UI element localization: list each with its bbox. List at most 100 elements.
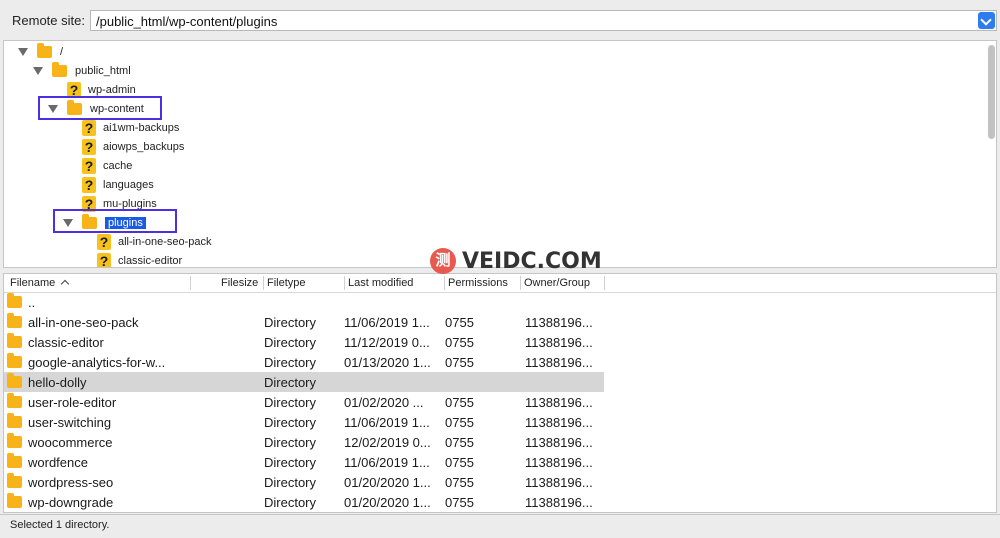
file-cell-modified: 11/06/2019 1... [344,315,430,330]
file-cell-name: classic-editor [28,335,104,350]
tree-item-label: all-in-one-seo-pack [118,235,212,248]
tree-item-label: / [60,45,64,58]
file-cell-name: wp-downgrade [28,495,114,510]
path-dropdown-button[interactable] [978,12,995,29]
file-cell-name: .. [28,295,36,310]
column-divider[interactable] [190,276,191,290]
file-cell-perm: 0755 [445,435,474,450]
folder-icon [7,433,22,448]
file-cell-name: wordpress-seo [28,475,114,490]
file-cell-modified: 12/02/2019 0... [344,435,431,450]
file-cell-modified: 01/20/2020 1... [344,495,431,510]
file-row[interactable]: woocommerce Directory 12/02/2019 0... 0755 1… [4,432,604,452]
unknown-folder-icon: ? [97,233,111,250]
file-cell-perm: 0755 [445,335,474,350]
file-cell-type: Directory [264,455,317,470]
tree-item[interactable]: ? aiowps_backups [82,137,184,156]
file-cell-perm: 0755 [445,395,474,410]
file-cell-name: user-role-editor [28,395,117,410]
file-cell-perm: 0755 [445,455,474,470]
column-last-modified[interactable]: Last modified [348,277,413,289]
column-owner-group[interactable]: Owner/Group [524,277,590,289]
tree-item[interactable]: / [18,42,63,61]
file-cell-type: Directory [264,375,317,390]
file-cell-owner: 11388196... [525,335,593,350]
file-cell-type: Directory [264,355,317,370]
file-row[interactable]: all-in-one-seo-pack Directory 11/06/2019 1… [4,312,604,332]
tree-item-label: public_html [75,64,131,77]
file-cell-owner: 11388196... [525,355,593,370]
column-divider[interactable] [344,276,345,290]
file-cell-modified: 01/20/2020 1... [344,475,431,490]
folder-icon [52,61,67,77]
file-cell-type: Directory [264,435,317,450]
file-cell-type: Directory [264,475,317,490]
folder-icon [7,353,22,368]
file-cell-owner: 11388196... [525,435,593,450]
file-cell-owner: 11388196... [525,455,593,470]
column-divider[interactable] [444,276,445,290]
file-cell-modified: 11/12/2019 0... [344,335,430,350]
column-permissions[interactable]: Permissions [448,277,508,289]
file-cell-name: wordfence [28,455,88,470]
tree-item[interactable]: public_html [33,61,131,80]
folder-icon [7,413,22,428]
file-cell-modified: 01/02/2020 ... [344,395,424,410]
tree-item[interactable]: ? all-in-one-seo-pack [97,232,212,251]
file-row[interactable]: user-switching Directory 11/06/2019 1... 07… [4,412,604,432]
file-row[interactable]: hello-dolly Directory [4,372,604,392]
tree-item[interactable]: ? languages [82,175,154,194]
unknown-folder-icon: ? [82,157,96,174]
status-text: Selected 1 directory. [10,519,110,531]
file-cell-name: all-in-one-seo-pack [28,315,139,330]
remote-directory-tree[interactable]: / public_html? wp-admin wp-content? ai1wm-ba… [3,40,997,268]
folder-icon [7,293,22,308]
remote-site-bar: Remote site: /public_html/wp-content/plu… [0,0,1000,40]
file-row[interactable]: .. [4,292,604,312]
file-cell-type: Directory [264,315,317,330]
folder-icon [37,42,52,58]
column-divider[interactable] [604,276,605,290]
folder-icon [7,493,22,508]
file-cell-modified: 11/06/2019 1... [344,415,430,430]
file-cell-modified: 01/13/2020 1... [344,355,431,370]
tree-scrollbar[interactable] [988,45,995,139]
column-filetype[interactable]: Filetype [267,277,306,289]
tree-item-label: ai1wm-backups [103,121,180,134]
file-row[interactable]: wordpress-seo Directory 01/20/2020 1... 075… [4,472,604,492]
file-cell-owner: 11388196... [525,315,593,330]
file-cell-owner: 11388196... [525,475,593,490]
file-row[interactable]: google-analytics-for-w... Directory 01/13/… [4,352,604,372]
status-bar: Selected 1 directory. [0,514,1000,538]
watermark-seal-icon: 测 [430,248,456,274]
remote-path-input[interactable]: /public_html/wp-content/plugins [90,10,997,31]
column-filesize[interactable]: Filesize [221,277,258,289]
file-cell-owner: 11388196... [525,415,593,430]
tree-item-label: classic-editor [118,254,183,267]
file-cell-type: Directory [264,395,317,410]
expand-triangle-icon[interactable] [18,47,28,56]
file-list-header: Filename Filesize Filetype Last modified… [4,274,996,293]
file-cell-perm: 0755 [445,495,474,510]
file-row[interactable]: wordfence Directory 11/06/2019 1... 0755 113… [4,452,604,472]
folder-icon [7,373,22,388]
tree-item[interactable]: ? classic-editor [97,251,183,267]
file-row[interactable]: wp-downgrade Directory 01/20/2020 1... 0755… [4,492,604,512]
file-row[interactable]: classic-editor Directory 11/12/2019 0... 07… [4,332,604,352]
expand-triangle-icon[interactable] [33,66,43,75]
file-cell-type: Directory [264,415,317,430]
highlight-box [53,209,177,233]
file-cell-owner: 11388196... [525,495,593,510]
tree-item[interactable]: ? cache [82,156,132,175]
folder-icon [7,453,22,468]
column-divider[interactable] [263,276,264,290]
column-divider[interactable] [520,276,521,290]
folder-icon [7,313,22,328]
file-row[interactable]: user-role-editor Directory 01/02/2020 ... 0… [4,392,604,412]
file-cell-perm: 0755 [445,355,474,370]
file-cell-name: woocommerce [28,435,113,450]
tree-item[interactable]: ? ai1wm-backups [82,118,179,137]
remote-file-list[interactable]: Filename Filesize Filetype Last modified… [3,273,997,513]
tree-item-label: aiowps_backups [103,140,185,153]
column-filename[interactable]: Filename [10,277,70,289]
